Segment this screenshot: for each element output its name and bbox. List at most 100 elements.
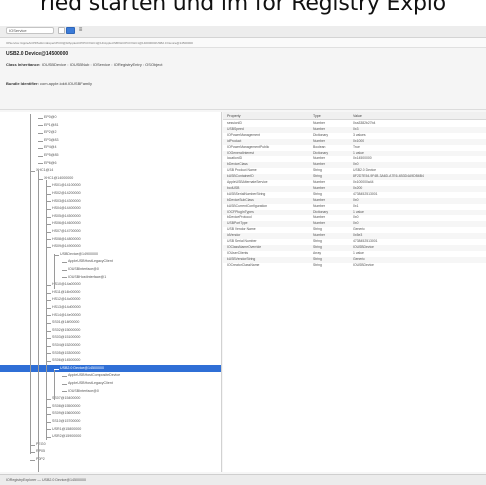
tree-row[interactable]: HS08@14800000 xyxy=(0,236,221,244)
tree-row[interactable]: HS01@14100000 xyxy=(0,182,221,190)
tree-row[interactable]: HS09@14900000 xyxy=(0,243,221,251)
tree-row-label: HS12@14c00000 xyxy=(52,297,81,302)
tree-row-label: HS08@14800000 xyxy=(52,236,81,241)
header-value[interactable]: Value xyxy=(353,113,362,119)
tree-row[interactable]: SS05@15300000 xyxy=(0,350,221,358)
registry-path: IOService:/AppleACPIPlatformExpert/PCI0@… xyxy=(0,38,486,48)
tree-row-label: HS10@14a00000 xyxy=(52,282,81,287)
tree-row-label: HS06@14600000 xyxy=(52,221,81,226)
tree-row-label: USR2@15900000 xyxy=(52,434,82,439)
properties-table[interactable]: Property Type Value sessionID Number 0xa33… xyxy=(223,112,486,472)
tree-row[interactable]: SS02@15000000 xyxy=(0,327,221,335)
tree-row[interactable]: SS07@15400000 xyxy=(0,395,221,403)
registry-tree[interactable]: EP0@0 EP1@81 EP2@2 EP3@83 EP4@4 EP5@85 EP6@6 XH… xyxy=(0,112,222,472)
service-plane-field[interactable]: IOService xyxy=(6,27,54,34)
header-property[interactable]: Property xyxy=(227,113,241,119)
tree-row[interactable]: HS14@14e00000 xyxy=(0,312,221,320)
tree-connector-icon xyxy=(62,376,67,378)
tree-row[interactable]: HS06@14600000 xyxy=(0,220,221,228)
tree-row-label: SS10@15700000 xyxy=(52,419,81,423)
bundle-identifier: Bundle Identifier: com.apple.iokit.IOUSB… xyxy=(6,81,92,86)
tree-row[interactable]: HS10@14a00000 xyxy=(0,281,221,289)
tree-row-label: IOUSBInterface@0 xyxy=(68,267,99,271)
tree-row[interactable]: HS04@14400000 xyxy=(0,205,221,213)
tree-row[interactable]: EP4@4 xyxy=(0,144,221,152)
tree-row[interactable]: EP3@83 xyxy=(0,137,221,145)
tree-row-label: HS11@14b00000 xyxy=(52,289,81,294)
tree-row[interactable]: AppleUSBHostLegacyClient xyxy=(0,258,221,266)
tree-row-label: SS06@14500000 xyxy=(52,358,81,363)
tree-row[interactable]: SS04@15200000 xyxy=(0,342,221,350)
tree-row-label: AppleUSBHostCompositeDevice xyxy=(68,373,121,378)
bundle-identifier-label: Bundle Identifier: xyxy=(6,81,39,86)
tree-view-button[interactable] xyxy=(66,27,75,34)
header-type[interactable]: Type xyxy=(313,113,321,119)
tree-row-label: EP0@0 xyxy=(44,115,57,119)
tree-row[interactable]: IOUSBInterface@0 xyxy=(0,266,221,274)
tree-row-label: EP2@2 xyxy=(44,130,57,135)
tree-row-label: XHC1@14000000 xyxy=(44,175,74,180)
tree-row-label: USB2.0 Device@14500000 xyxy=(60,365,105,370)
property-row[interactable]: IOCreatorClassName String IOUSBDevice xyxy=(223,263,486,269)
tree-row[interactable]: AppleUSBHostLegacyClient xyxy=(0,380,221,388)
device-title: USB2.0 Device@14500000 xyxy=(6,51,69,57)
tree-row-label: IOUSBInterface@0 xyxy=(68,388,99,393)
property-value: IOUSBDevice xyxy=(353,262,374,267)
tree-row[interactable]: HS13@14d00000 xyxy=(0,304,221,312)
tree-row[interactable]: AppleUSBHostCompositeDevice xyxy=(0,372,221,380)
tree-guide-line xyxy=(30,114,31,454)
tree-row-label: HS07@14700000 xyxy=(52,229,81,233)
tree-row[interactable]: EP2@2 xyxy=(0,129,221,137)
tree-row[interactable]: USB2.0 Device@14500000 xyxy=(0,364,221,373)
tree-row[interactable]: EP0@0 xyxy=(0,114,221,122)
tree-connector-icon xyxy=(62,262,67,264)
tree-row-label: AppleUSBHostLegacyClient xyxy=(68,259,113,264)
view-mode-button[interactable] xyxy=(58,27,65,34)
properties-header: Property Type Value xyxy=(223,112,486,120)
list-icon[interactable]: ≡ xyxy=(77,27,84,34)
tree-row[interactable]: SS08@15500000 xyxy=(0,403,221,411)
tree-row-label: USBDevice@14900000 xyxy=(60,251,99,256)
tree-row-label: EP1@81 xyxy=(44,122,59,127)
tree-row-label: AppleUSBHostLegacyClient xyxy=(68,381,113,385)
tree-connector-icon xyxy=(38,132,43,134)
tree-connector-icon xyxy=(62,277,67,279)
class-inheritance-label: Class Inheritance: xyxy=(6,62,41,67)
tree-row[interactable]: PEG0 xyxy=(0,441,221,449)
tree-row[interactable]: EP1@81 xyxy=(0,122,221,130)
tree-guide-line xyxy=(54,370,55,400)
tree-row-label: SS05@15300000 xyxy=(52,350,81,355)
tree-connector-icon xyxy=(38,140,43,142)
tree-row-label: SS03@15100000 xyxy=(52,335,81,340)
tree-row[interactable]: EP6@6 xyxy=(0,160,221,168)
tree-row[interactable]: HS03@14300000 xyxy=(0,198,221,206)
tree-row[interactable]: P0P2 xyxy=(0,456,221,464)
tree-row[interactable]: USR2@15900000 xyxy=(0,433,221,441)
tree-guide-line xyxy=(46,180,47,440)
tree-row-label: SS08@15500000 xyxy=(52,403,81,408)
tree-row[interactable]: SS09@15600000 xyxy=(0,410,221,418)
tree-row[interactable]: HS11@14b00000 xyxy=(0,289,221,297)
tree-row[interactable]: SS06@14500000 xyxy=(0,357,221,365)
tree-row[interactable]: USR1@15800000 xyxy=(0,426,221,434)
tree-row-label: USR1@15800000 xyxy=(52,426,82,431)
tree-row[interactable]: RP05 xyxy=(0,448,221,456)
device-info-panel: USB2.0 Device@14500000 Class Inheritance… xyxy=(0,48,486,110)
tree-row[interactable]: USBDevice@14900000 xyxy=(0,251,221,259)
tree-row[interactable]: HS07@14700000 xyxy=(0,228,221,236)
tree-row[interactable]: HS12@14c00000 xyxy=(0,296,221,304)
tree-row-label: HS13@14d00000 xyxy=(52,305,81,309)
tree-row[interactable]: XHC1@14000000 xyxy=(0,175,221,183)
tree-row[interactable]: SS03@15100000 xyxy=(0,334,221,342)
tree-row[interactable]: HS02@14200000 xyxy=(0,190,221,198)
tree-row[interactable]: SS10@15700000 xyxy=(0,418,221,426)
tree-row[interactable]: EP5@85 xyxy=(0,152,221,160)
property-name: IOCreatorClassName xyxy=(227,262,260,267)
tree-row-label: SS09@15600000 xyxy=(52,411,81,416)
tree-row[interactable]: XHC1@14 xyxy=(0,167,221,175)
tree-row[interactable]: HS05@14500000 xyxy=(0,213,221,221)
tree-row[interactable]: SS01@14f00000 xyxy=(0,319,221,327)
tree-row[interactable]: IOUSBHostInterface@1 xyxy=(0,274,221,282)
tree-row[interactable]: IOUSBInterface@0 xyxy=(0,388,221,396)
tree-guide-line xyxy=(38,170,39,472)
